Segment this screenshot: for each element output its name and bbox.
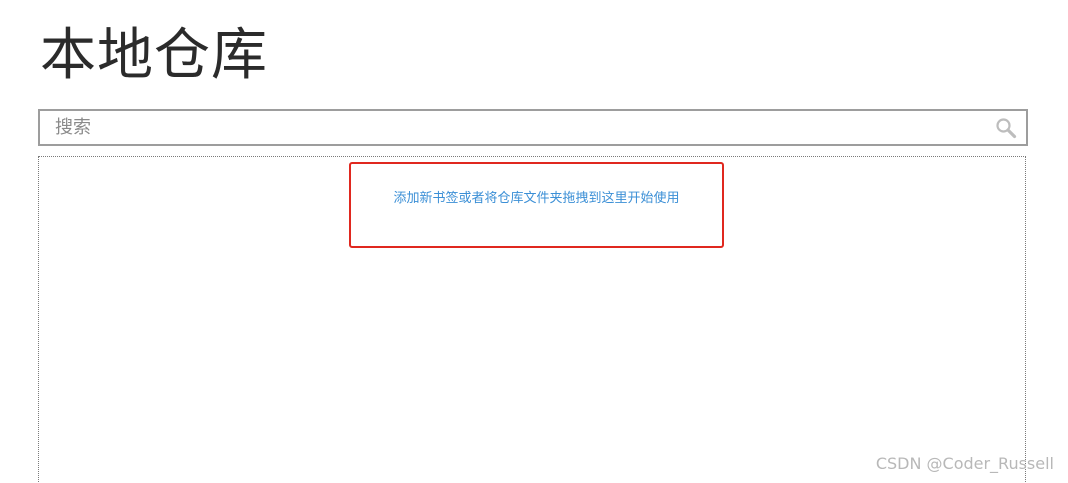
page-title: 本地仓库 [40,23,268,88]
highlight-box: 添加新书签或者将仓库文件夹拖拽到这里开始使用 [349,162,724,248]
search-box[interactable] [38,109,1028,146]
search-input[interactable] [40,111,980,144]
search-icon[interactable] [995,117,1017,139]
drop-zone-hint[interactable]: 添加新书签或者将仓库文件夹拖拽到这里开始使用 [351,190,722,208]
local-repository-page: 本地仓库 添加新书签或者将仓库文件夹拖拽到这里开始使用 CSDN @Coder_… [0,0,1068,483]
watermark: CSDN @Coder_Russell [875,454,1054,473]
